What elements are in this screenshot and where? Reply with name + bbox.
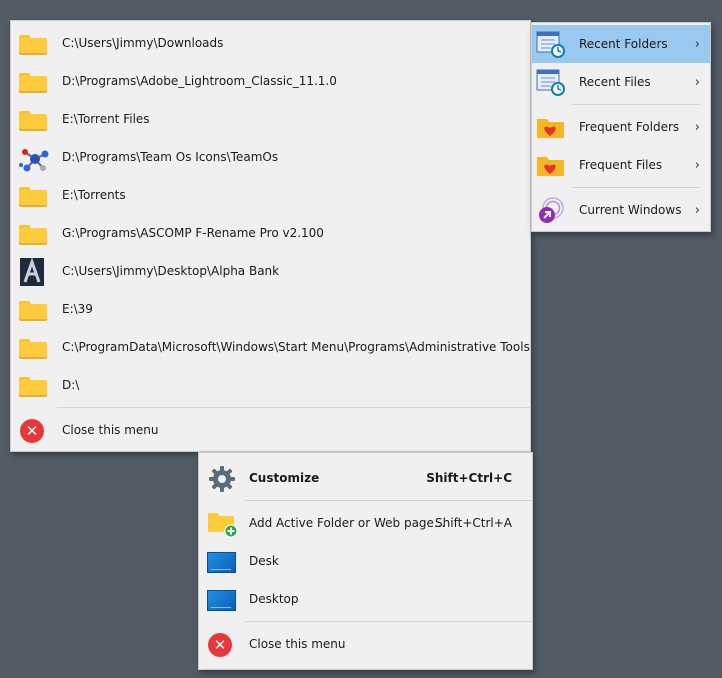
close-icon: ✕ [207,633,237,657]
desktop-screen-icon [207,550,237,574]
recent-folder-item[interactable]: C:\ProgramData\Microsoft\Windows\Start M… [11,328,530,366]
chevron-right-icon: › [694,202,700,218]
submenu-label: Recent Folders [579,37,668,51]
recent-folder-label: C:\Users\Jimmy\Downloads [62,36,224,50]
customize-item[interactable]: Customize Shift+Ctrl+C [199,459,532,497]
submenu-label: Frequent Folders [579,120,680,134]
main-menu: Customize Shift+Ctrl+C Add Active Folder… [198,452,533,670]
recent-folder-label: D:\ [62,378,80,392]
desk-item[interactable]: Desk [199,542,532,580]
submenu-item-recent-folders[interactable]: Recent Folders › [532,25,710,63]
close-icon: ✕ [19,419,49,443]
recent-folder-item[interactable]: C:\Users\Jimmy\Downloads [11,24,530,62]
customize-shortcut: Shift+Ctrl+C [426,471,512,485]
gear-icon [207,466,237,492]
recent-folder-item[interactable]: D:\ [11,366,530,404]
desktop-screen-icon [207,588,237,612]
category-submenu: Recent Folders › Recent Files › Frequent [531,22,711,232]
recent-folder-label: D:\Programs\Adobe_Lightroom_Classic_11.1… [62,74,337,88]
chevron-right-icon: › [694,74,700,90]
menu-separator [572,187,700,188]
desktop-item[interactable]: Desktop [199,580,532,618]
menu-separator [245,500,532,501]
recent-folder-label: D:\Programs\Team Os Icons\TeamOs [62,150,279,164]
add-active-folder-label: Add Active Folder or Web page... [249,516,446,530]
submenu-item-frequent-folders[interactable]: Frequent Folders › [532,108,710,146]
submenu-item-current-windows[interactable]: Current Windows › [532,191,710,229]
submenu-label: Current Windows [579,203,682,217]
folder-icon [19,108,49,132]
recent-folder-label: E:\Torrent Files [62,112,150,126]
close-menu-button[interactable]: ✕ Close this menu [199,625,532,663]
recent-folder-item[interactable]: D:\Programs\Adobe_Lightroom_Classic_11.1… [11,62,530,100]
add-active-folder-shortcut: Shift+Ctrl+A [435,516,512,530]
alpha-bank-icon [19,257,49,286]
recent-folder-label: C:\Users\Jimmy\Desktop\Alpha Bank [62,264,280,278]
chevron-right-icon: › [694,36,700,52]
submenu-item-recent-files[interactable]: Recent Files › [532,63,710,101]
heart-folder-icon [536,154,566,178]
recent-folder-item[interactable]: E:\Torrents [11,176,530,214]
molecule-icon [19,146,49,172]
folder-icon [19,298,49,322]
folder-icon [19,184,49,208]
recent-folder-item[interactable]: G:\Programs\ASCOMP F-Rename Pro v2.100 [11,214,530,252]
submenu-label: Recent Files [579,75,651,89]
close-menu-label: Close this menu [62,423,159,437]
customize-label: Customize [249,471,320,485]
recent-folders-menu: C:\Users\Jimmy\Downloads D:\Programs\Ado… [10,20,531,452]
chevron-right-icon: › [694,157,700,173]
menu-separator [245,621,532,622]
folder-icon [19,374,49,398]
recent-folders-icon [536,31,566,58]
close-menu-button[interactable]: ✕ Close this menu [11,411,530,449]
recent-folder-item[interactable]: E:\39 [11,290,530,328]
add-folder-icon [207,512,238,538]
folder-icon [19,70,49,94]
recent-folder-item[interactable]: D:\Programs\Team Os Icons\TeamOs [11,138,530,176]
current-windows-icon [536,197,566,223]
recent-folder-label: C:\ProgramData\Microsoft\Windows\Start M… [62,340,530,354]
menu-separator [572,104,700,105]
submenu-item-frequent-files[interactable]: Frequent Files › [532,146,710,184]
recent-folder-item[interactable]: E:\Torrent Files [11,100,530,138]
close-menu-label: Close this menu [249,637,346,651]
recent-folder-label: E:\39 [62,302,93,316]
recent-folder-label: G:\Programs\ASCOMP F-Rename Pro v2.100 [62,226,324,240]
desktop-label: Desktop [249,592,299,606]
menu-separator [57,407,530,408]
folder-icon [19,222,49,246]
submenu-label: Frequent Files [579,158,663,172]
chevron-right-icon: › [694,119,700,135]
folder-icon [19,336,49,360]
desk-label: Desk [249,554,279,568]
folder-icon [19,32,49,56]
heart-folder-icon [536,116,566,140]
recent-files-icon [536,69,566,96]
recent-folder-label: E:\Torrents [62,188,126,202]
add-active-folder-item[interactable]: Add Active Folder or Web page... Shift+C… [199,504,532,542]
recent-folder-item[interactable]: C:\Users\Jimmy\Desktop\Alpha Bank [11,252,530,290]
